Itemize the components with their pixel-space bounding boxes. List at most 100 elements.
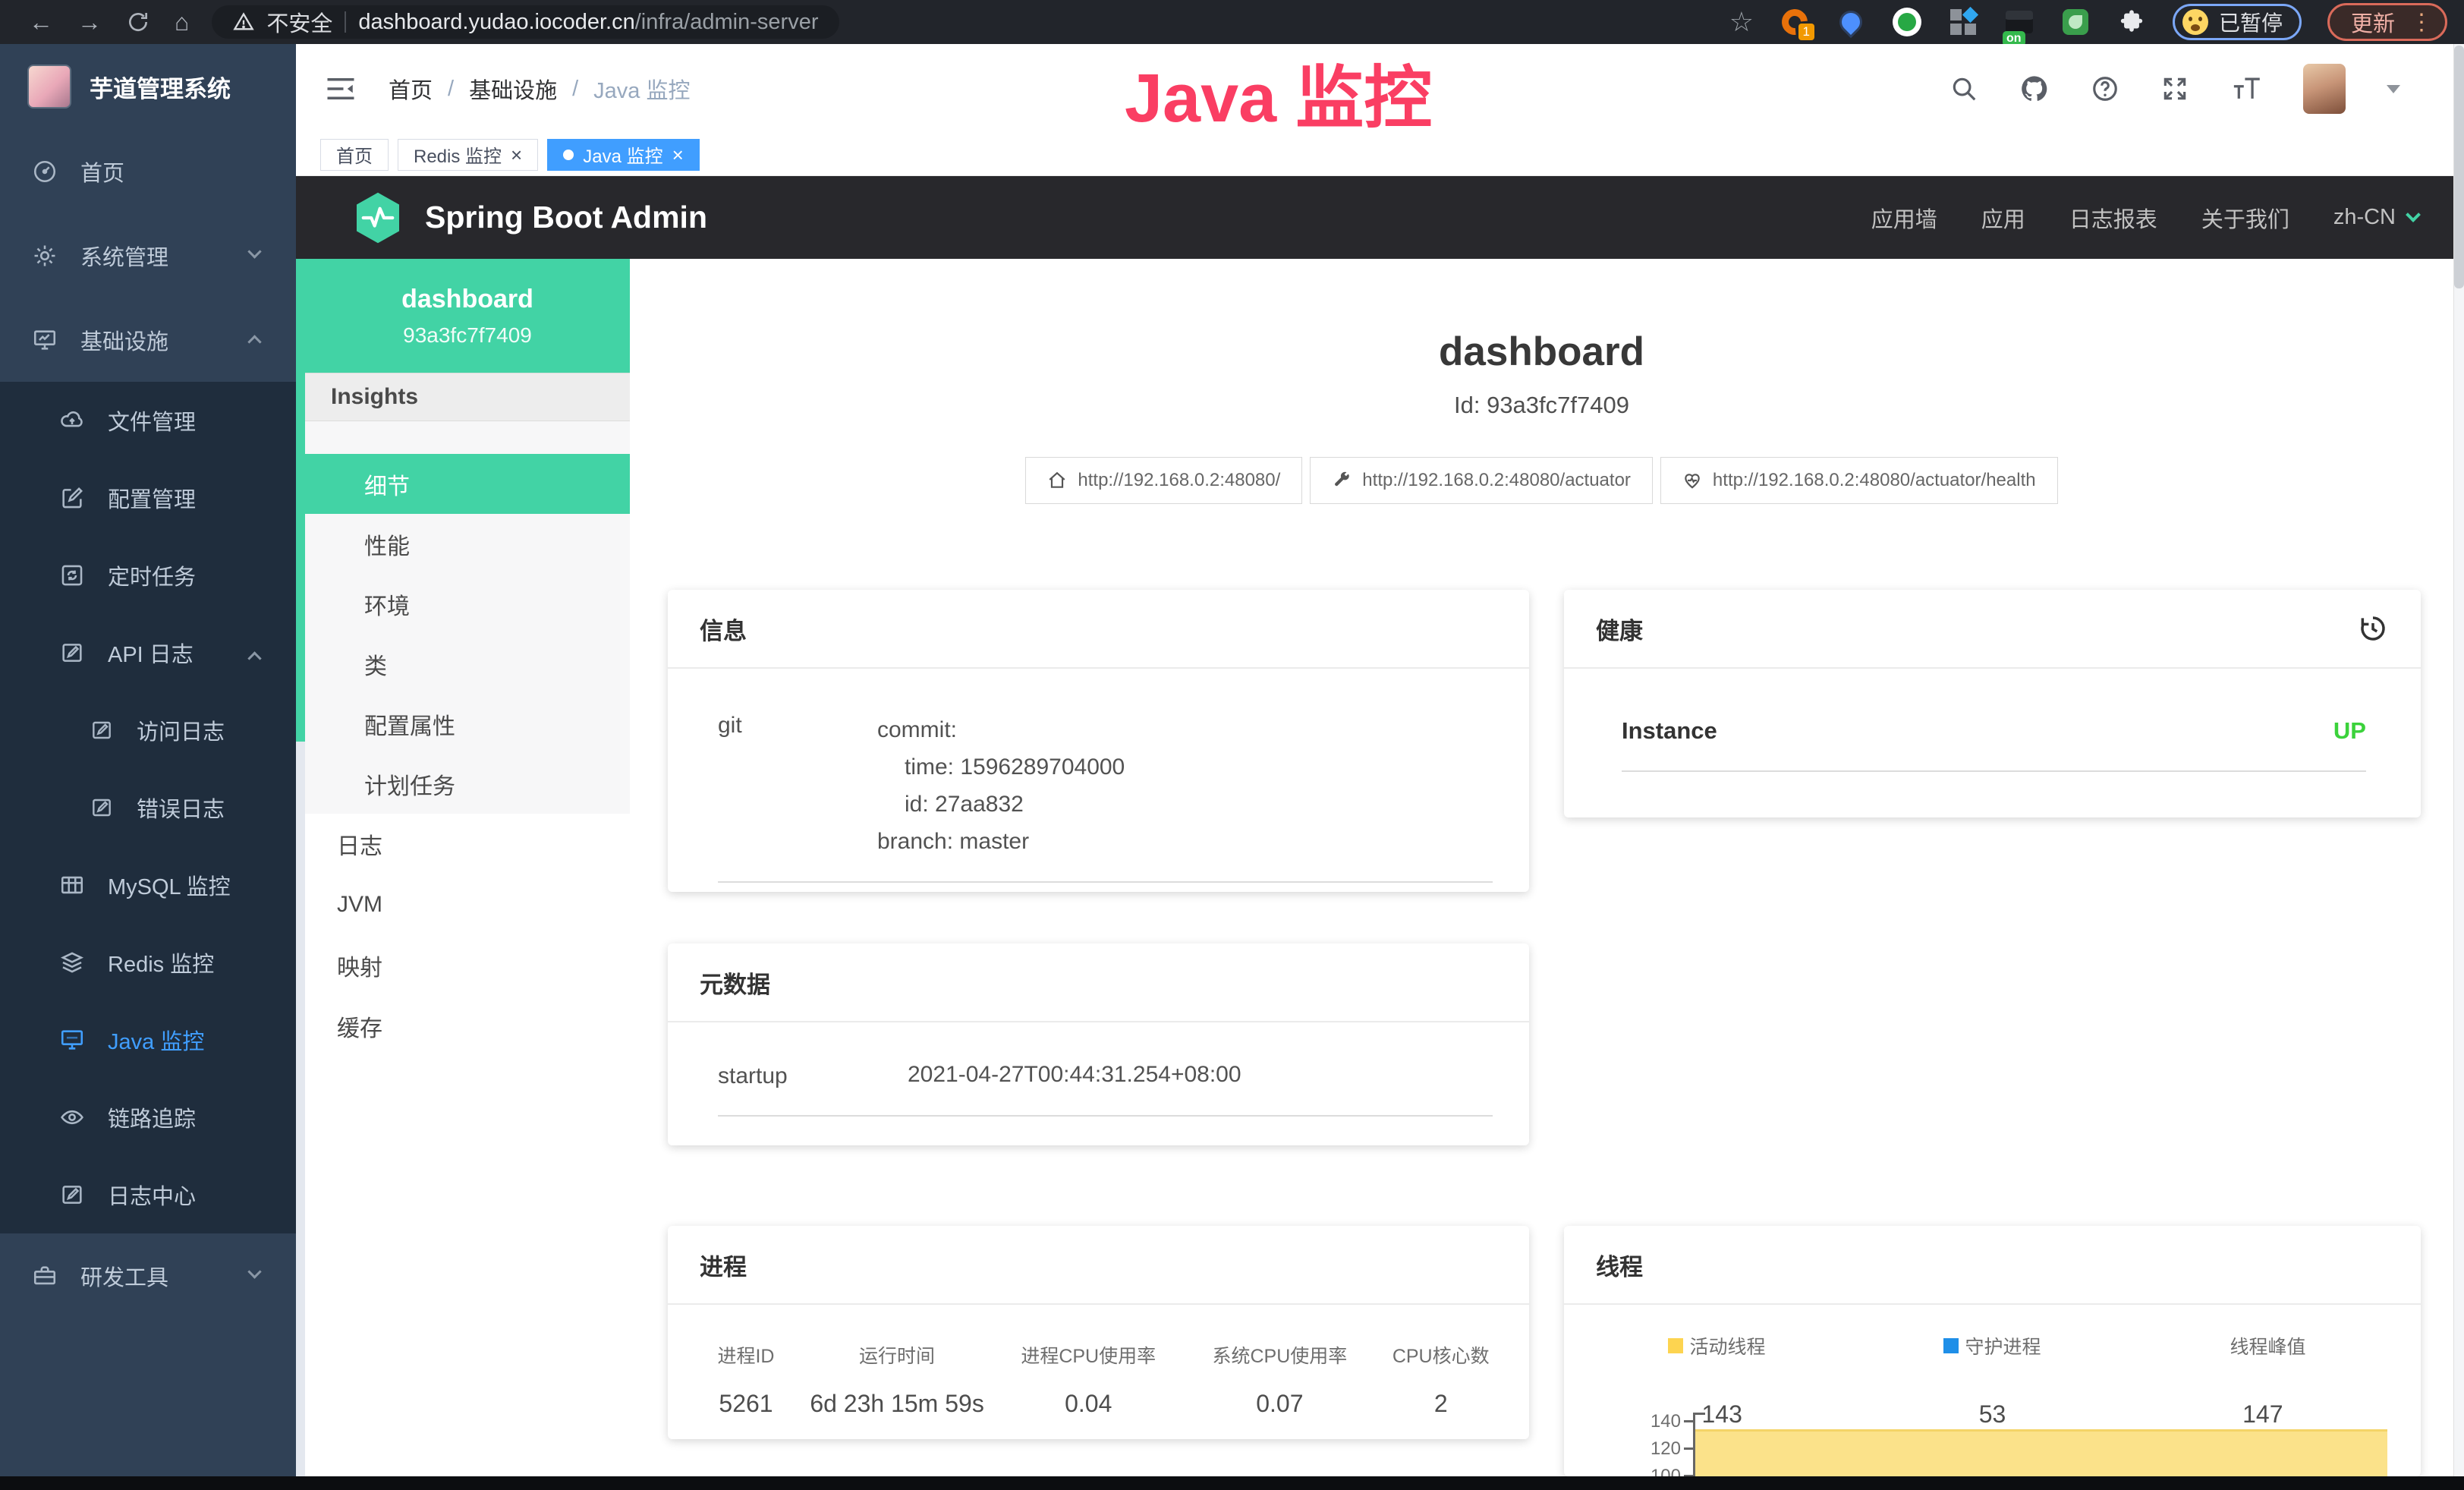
sidebar-item-error-logs[interactable]: 错误日志 bbox=[0, 769, 296, 846]
close-icon[interactable]: × bbox=[511, 145, 522, 165]
sidebar-item-redis-monitor[interactable]: Redis 监控 bbox=[0, 924, 296, 1001]
sidebar-item-file-management[interactable]: 文件管理 bbox=[0, 382, 296, 459]
sba-language-select[interactable]: zh-CN bbox=[2333, 205, 2418, 230]
app-logo-row[interactable]: 芋道管理系统 bbox=[0, 44, 296, 129]
extension-grid-icon[interactable] bbox=[1948, 7, 1978, 37]
sidebar-item-java-monitor[interactable]: Java 监控 bbox=[0, 1001, 296, 1079]
app-logo bbox=[27, 65, 71, 109]
sba-menu-config-props[interactable]: 配置属性 bbox=[305, 694, 630, 754]
back-icon[interactable]: ← bbox=[29, 0, 53, 44]
info-key: git bbox=[718, 711, 877, 860]
page-scroll-thumb[interactable] bbox=[2454, 46, 2464, 288]
table-icon bbox=[59, 872, 85, 898]
sidebar-toggle-icon[interactable] bbox=[325, 75, 357, 102]
wrench-icon bbox=[1332, 471, 1352, 490]
sba-nav-wallboard[interactable]: 应用墙 bbox=[1871, 202, 1937, 234]
edit-icon bbox=[90, 795, 114, 820]
avatar-caret-icon[interactable] bbox=[2387, 85, 2400, 93]
breadcrumb-home[interactable]: 首页 bbox=[389, 73, 433, 105]
threads-mini-chart: 140 120 100 bbox=[1591, 1408, 2396, 1476]
sba-menu-jvm[interactable]: JVM bbox=[305, 874, 630, 935]
sba-menu-caches[interactable]: 缓存 bbox=[305, 996, 630, 1057]
url-divider bbox=[345, 11, 346, 33]
screen: ← → ⌂ 不安全 dashboard.yudao.iocoder.cn/inf… bbox=[0, 0, 2464, 1490]
sidebar-item-trace[interactable]: 链路追踪 bbox=[0, 1079, 296, 1156]
metadata-card: 元数据 startup 2021-04-27T00:44:31.254+08:0… bbox=[668, 943, 1529, 1145]
sba-logo-icon[interactable] bbox=[354, 191, 402, 244]
health-url-link[interactable]: http://192.168.0.2:48080/actuator/health bbox=[1660, 457, 2058, 504]
extension-pin-icon[interactable] bbox=[1836, 7, 1866, 37]
sidebar-item-home[interactable]: 首页 bbox=[0, 129, 296, 213]
help-icon[interactable] bbox=[2091, 74, 2119, 103]
sba-menu-metrics[interactable]: 性能 bbox=[305, 514, 630, 574]
tab-redis-monitor[interactable]: Redis 监控 × bbox=[398, 139, 538, 171]
sba-menu-details[interactable]: 细节 bbox=[305, 454, 630, 514]
instance-header[interactable]: dashboard 93a3fc7f7409 bbox=[305, 259, 630, 373]
sidebar-item-access-logs[interactable]: 访问日志 bbox=[0, 691, 296, 769]
chrome-menu-icon[interactable]: ⋮ bbox=[2410, 9, 2433, 36]
sba-sidebar: dashboard 93a3fc7f7409 Insights 细节 性能 环境… bbox=[296, 259, 630, 1476]
sba-nav: 应用墙 应用 日志报表 关于我们 zh-CN bbox=[1871, 202, 2418, 234]
warning-icon bbox=[233, 11, 254, 33]
sidebar-item-api-logs[interactable]: API 日志 bbox=[0, 614, 296, 691]
reload-icon[interactable] bbox=[126, 10, 150, 34]
sba-brand-title[interactable]: Spring Boot Admin bbox=[425, 200, 707, 235]
process-col-cores: CPU核心数 bbox=[1375, 1341, 1506, 1369]
heartbeat-icon bbox=[1682, 471, 1702, 490]
row-divider bbox=[718, 1115, 1493, 1117]
extensions-puzzle-icon[interactable] bbox=[2116, 7, 2147, 37]
process-uptime-value: 6d 23h 15m 59s bbox=[801, 1390, 993, 1418]
bookmark-star-icon[interactable]: ☆ bbox=[1729, 6, 1754, 38]
chrome-update-button[interactable]: 更新 ⋮ bbox=[2327, 3, 2447, 41]
history-icon[interactable] bbox=[2357, 613, 2389, 644]
sidebar-item-config-management[interactable]: 配置管理 bbox=[0, 459, 296, 537]
github-icon[interactable] bbox=[2019, 74, 2050, 104]
gear-icon bbox=[32, 243, 58, 269]
process-col-syscpu: 系统CPU使用率 bbox=[1184, 1341, 1375, 1369]
chevron-down-icon bbox=[247, 244, 261, 258]
sba-menu-scheduled-tasks[interactable]: 计划任务 bbox=[305, 754, 630, 814]
tab-java-monitor[interactable]: Java 监控 × bbox=[547, 139, 700, 171]
sba-menu-mappings[interactable]: 映射 bbox=[305, 935, 630, 996]
sba-menu-section-insights: Insights bbox=[305, 373, 630, 421]
health-card: 健康 Instance UP bbox=[1564, 590, 2421, 817]
insights-submenu: 细节 性能 环境 类 配置属性 计划任务 bbox=[305, 421, 630, 814]
breadcrumb-infrastructure[interactable]: 基础设施 bbox=[469, 73, 557, 105]
sba-menu-environment[interactable]: 环境 bbox=[305, 574, 630, 634]
sba-nav-journal[interactable]: 日志报表 bbox=[2069, 202, 2157, 234]
close-icon[interactable]: × bbox=[672, 145, 684, 165]
security-label: 不安全 bbox=[266, 6, 332, 38]
address-bar[interactable]: 不安全 dashboard.yudao.iocoder.cn/infra/adm… bbox=[212, 5, 839, 39]
user-avatar[interactable] bbox=[2303, 64, 2346, 114]
sba-nav-about[interactable]: 关于我们 bbox=[2201, 202, 2289, 234]
search-icon[interactable] bbox=[1949, 74, 1978, 103]
service-url-link[interactable]: http://192.168.0.2:48080/ bbox=[1025, 457, 1302, 504]
actuator-url-link[interactable]: http://192.168.0.2:48080/actuator bbox=[1310, 457, 1653, 504]
sidebar-item-infrastructure[interactable]: 基础设施 bbox=[0, 298, 296, 382]
extension-leaf-icon[interactable] bbox=[2060, 7, 2091, 37]
tab-home[interactable]: 首页 bbox=[320, 139, 389, 171]
sidebar-item-scheduled-tasks[interactable]: 定时任务 bbox=[0, 537, 296, 614]
font-size-icon[interactable] bbox=[2230, 74, 2262, 103]
breadcrumb: 首页 基础设施 Java 监控 bbox=[389, 73, 690, 105]
sidebar-item-system-management[interactable]: 系统管理 bbox=[0, 213, 296, 298]
info-card: 信息 git commit: time: 1596289704000 id: 2… bbox=[668, 590, 1529, 892]
edit-icon bbox=[59, 1182, 85, 1208]
extension-badge: 1 bbox=[1798, 24, 1814, 40]
profile-paused-chip[interactable]: 已暂停 bbox=[2173, 4, 2302, 40]
sba-menu-logs[interactable]: 日志 bbox=[305, 814, 630, 874]
forward-icon[interactable]: → bbox=[77, 0, 102, 44]
extension-list-icon[interactable]: on bbox=[2004, 7, 2034, 37]
fullscreen-icon[interactable] bbox=[2160, 74, 2189, 103]
sba-sidebar-scroll-thumb[interactable] bbox=[296, 259, 305, 742]
info-card-title: 信息 bbox=[668, 590, 1529, 669]
sba-menu-classes[interactable]: 类 bbox=[305, 634, 630, 694]
sidebar-item-dev-tools[interactable]: 研发工具 bbox=[0, 1233, 296, 1318]
extension-green-circle-icon[interactable] bbox=[1892, 7, 1922, 37]
home-nav-icon[interactable]: ⌂ bbox=[175, 0, 189, 44]
sidebar-item-log-center[interactable]: 日志中心 bbox=[0, 1156, 296, 1233]
yellow-swatch-icon bbox=[1668, 1338, 1683, 1353]
sba-nav-applications[interactable]: 应用 bbox=[1981, 202, 2025, 234]
sidebar-item-mysql-monitor[interactable]: MySQL 监控 bbox=[0, 846, 296, 924]
extension-orange-icon[interactable]: 1 bbox=[1780, 7, 1810, 37]
